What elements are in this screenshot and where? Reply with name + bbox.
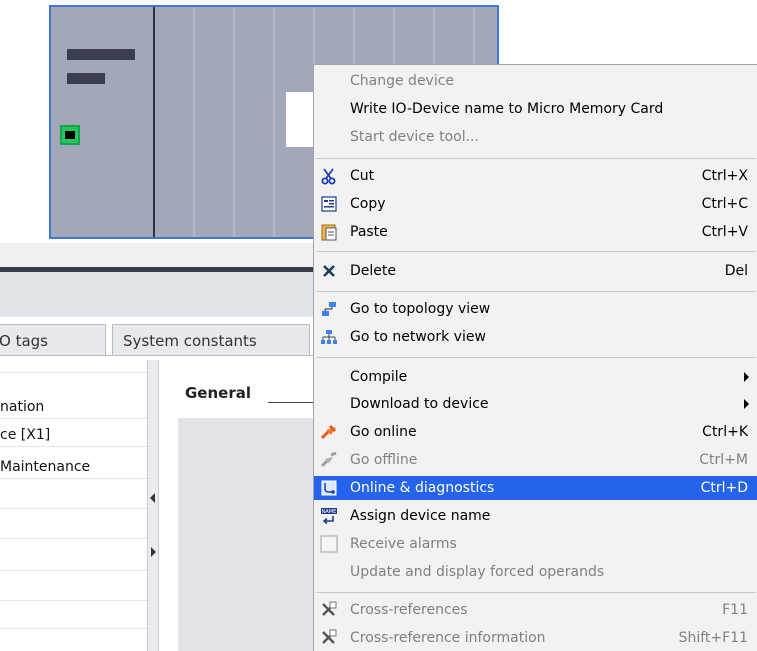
delete-x-icon [320, 262, 338, 280]
menu-item-cut[interactable]: Cut Ctrl+X [314, 164, 757, 188]
nav-item-information[interactable]: nation [0, 396, 147, 419]
menu-item-shortcut: Ctrl+K [702, 424, 748, 440]
section-title-general: General [185, 384, 251, 402]
nav-item-interface[interactable]: ce [X1] [0, 424, 147, 447]
menu-item-label: Update and display forced operands [350, 564, 605, 580]
cross-reference-icon [320, 601, 338, 619]
cross-reference-info-icon [320, 629, 338, 647]
menu-item-label: Write IO-Device name to Micro Memory Car… [350, 101, 664, 117]
device-divider [153, 7, 155, 237]
checkbox-icon [320, 535, 338, 553]
menu-item-shortcut: Ctrl+X [701, 168, 748, 184]
menu-item-go-offline[interactable]: Go offline Ctrl+M [314, 448, 757, 472]
submenu-arrow-icon [744, 372, 749, 382]
properties-content-pane [178, 418, 318, 651]
menu-item-go-online[interactable]: Go online Ctrl+K [314, 420, 757, 444]
row-divider [0, 538, 147, 539]
menu-item-download-to-device[interactable]: Download to device [314, 392, 757, 416]
menu-item-shortcut: Shift+F11 [678, 630, 748, 646]
menu-item-label: Start device tool... [350, 129, 479, 145]
context-menu: Change device Write IO-Device name to Mi… [313, 64, 757, 651]
assign-name-icon: NAME [320, 507, 338, 525]
menu-item-label: Receive alarms [350, 536, 457, 552]
menu-item-label: Go to network view [350, 329, 486, 345]
menu-item-assign-device-name[interactable]: NAME Assign device name [314, 504, 757, 528]
menu-separator [316, 592, 756, 593]
section-title-rule [268, 402, 318, 403]
diagnostics-icon [320, 479, 338, 497]
menu-item-shortcut: Del [724, 263, 748, 279]
menu-item-label: Change device [350, 73, 455, 89]
menu-item-label: Assign device name [350, 508, 491, 524]
menu-item-copy[interactable]: Copy Ctrl+C [314, 192, 757, 216]
menu-item-change-device[interactable]: Change device [314, 69, 757, 93]
menu-item-write-io-device-name[interactable]: Write IO-Device name to Micro Memory Car… [314, 97, 757, 121]
go-offline-icon [320, 451, 338, 469]
menu-separator [316, 291, 756, 292]
row-divider [0, 508, 147, 509]
menu-item-label: Compile [350, 369, 408, 385]
menu-separator [316, 251, 756, 252]
menu-item-go-to-topology-view[interactable]: Go to topology view [314, 297, 757, 321]
menu-item-label: Go to topology view [350, 301, 491, 317]
copy-icon [320, 195, 338, 213]
menu-item-start-device-tool[interactable]: Start device tool... [314, 125, 757, 149]
device-label-bar [67, 49, 135, 60]
menu-item-label: Paste [350, 224, 388, 240]
menu-item-label: Copy [350, 196, 386, 212]
menu-item-label: Cross-reference information [350, 630, 546, 646]
tab-system-constants[interactable]: System constants [112, 324, 310, 356]
collapse-left-icon[interactable] [150, 493, 155, 503]
menu-item-shortcut: Ctrl+V [701, 224, 748, 240]
row-divider [0, 570, 147, 571]
menu-item-shortcut: F11 [722, 602, 748, 618]
tab-io-tags[interactable]: O tags [0, 324, 106, 356]
menu-item-paste[interactable]: Paste Ctrl+V [314, 220, 757, 244]
row-divider [0, 372, 147, 373]
menu-item-update-forced-operands[interactable]: Update and display forced operands [314, 560, 757, 584]
menu-item-go-to-network-view[interactable]: Go to network view [314, 325, 757, 349]
menu-item-label: Cross-references [350, 602, 468, 618]
submenu-arrow-icon [744, 399, 749, 409]
ethernet-port-icon[interactable] [60, 125, 80, 145]
menu-separator [316, 357, 756, 358]
menu-item-label: Cut [350, 168, 375, 184]
svg-text:NAME: NAME [322, 509, 337, 515]
panel-splitter[interactable] [147, 360, 159, 651]
menu-item-label: Go online [350, 424, 417, 440]
menu-item-online-and-diagnostics[interactable]: Online & diagnostics Ctrl+D [314, 476, 757, 500]
menu-item-label: Delete [350, 263, 396, 279]
go-online-icon [320, 423, 338, 441]
menu-separator [316, 158, 756, 159]
properties-nav-list: nation ce [X1] Maintenance [0, 360, 147, 651]
network-icon [320, 328, 338, 346]
nav-item-maintenance[interactable]: Maintenance [0, 456, 147, 479]
expand-right-icon[interactable] [151, 547, 156, 557]
menu-item-cross-references[interactable]: Cross-references F11 [314, 598, 757, 622]
scissors-icon [320, 167, 338, 185]
menu-item-shortcut: Ctrl+M [699, 452, 748, 468]
menu-item-shortcut: Ctrl+D [700, 480, 748, 496]
menu-item-compile[interactable]: Compile [314, 365, 757, 389]
menu-item-cross-reference-information[interactable]: Cross-reference information Shift+F11 [314, 626, 757, 650]
menu-item-label: Download to device [350, 396, 489, 412]
row-divider [0, 628, 147, 629]
topology-icon [320, 300, 338, 318]
row-divider [0, 600, 147, 601]
device-label-bar-short [67, 73, 105, 84]
paste-icon [320, 223, 338, 241]
menu-item-label: Online & diagnostics [350, 480, 495, 496]
menu-item-receive-alarms[interactable]: Receive alarms [314, 532, 757, 556]
menu-item-label: Go offline [350, 452, 418, 468]
menu-item-delete[interactable]: Delete Del [314, 259, 757, 283]
menu-item-shortcut: Ctrl+C [701, 196, 748, 212]
